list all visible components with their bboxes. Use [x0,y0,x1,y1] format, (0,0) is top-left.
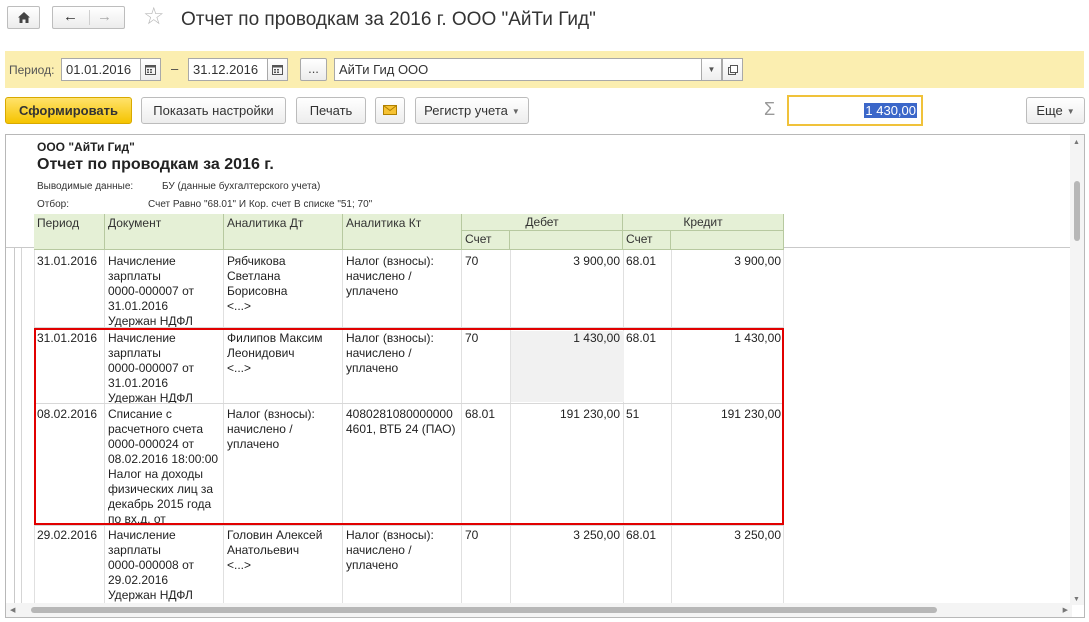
column-header-period[interactable]: Период [34,214,105,250]
column-header-analytics-kt[interactable]: Аналитика Кт [343,214,462,250]
output-data-label: Выводимые данные: [37,181,134,192]
table-row-4-credit-sum[interactable]: 3 250,00 [672,526,784,545]
table-row-4-analytics-dt[interactable]: Головин Алексей Анатольевич <...> [224,526,343,605]
chevron-down-icon: ▼ [707,65,716,74]
table-row-1-credit-account[interactable]: 68.01 [623,252,672,271]
calendar-icon [145,64,156,75]
table-row-1-period[interactable]: 31.01.2016 [34,252,105,327]
scroll-down-icon[interactable]: ▼ [1073,596,1080,603]
more-label: Еще [1036,103,1063,118]
table-row-4-analytics-kt[interactable]: Налог (взносы): начислено / уплачено [343,526,462,605]
table-row-4-period[interactable]: 29.02.2016 [34,526,105,605]
report-organization: ООО "АйТи Гид" [37,140,135,154]
table-row-1-debit-account[interactable]: 70 [462,252,511,271]
organization-field[interactable]: АйТи Гид ООО [334,58,702,81]
table-row-1-analytics-dt[interactable]: Рябчикова Светлана Борисовна <...> [224,252,343,327]
column-header-credit-sum[interactable] [671,231,784,250]
forward-icon[interactable]: → [97,8,112,25]
register-dropdown-button[interactable]: Регистр учета ▼ [415,97,529,124]
filter-line: Отбор: Счет Равно "68.01" И Кор. счет В … [37,199,372,210]
favorite-star-icon[interactable]: ☆ [143,5,165,29]
sigma-icon: Σ [764,99,776,119]
highlight-box [34,328,784,525]
organization-dropdown-button[interactable]: ▼ [701,58,722,81]
vertical-scroll-thumb[interactable] [1074,181,1080,241]
generate-button[interactable]: Сформировать [5,97,132,124]
date-from-field[interactable]: 01.01.2016 [61,58,141,81]
report-title: Отчет по проводкам за 2016 г. [37,156,274,173]
column-header-analytics-dt[interactable]: Аналитика Дт [224,214,343,250]
home-button[interactable] [7,6,40,29]
print-button[interactable]: Печать [296,97,366,124]
open-window-icon [727,64,738,75]
table-row-4-credit-account[interactable]: 68.01 [623,526,672,545]
show-settings-button[interactable]: Показать настройки [141,97,286,124]
table-row-1-document[interactable]: Начисление зарплаты 0000-000007 от 31.01… [105,252,224,327]
title-bar: ← → ☆ Отчет по проводкам за 2016 г. ООО … [0,0,1089,40]
period-label: Период: [9,63,55,77]
table-row-1-analytics-kt[interactable]: Налог (взносы): начислено / уплачено [343,252,462,327]
table-row-4-debit-sum[interactable]: 3 250,00 [511,526,623,545]
column-header-credit-account[interactable]: Счет [623,231,671,250]
column-header-debit-sum[interactable] [510,231,623,250]
envelope-icon [383,105,397,115]
more-button[interactable]: Еще ▼ [1026,97,1085,124]
chevron-down-icon: ▼ [511,107,520,116]
column-header-document[interactable]: Документ [105,214,224,250]
back-icon[interactable]: ← [63,8,78,25]
period-filter-bar: Период: 01.01.2016 – 31.12.2016 ... АйТи… [5,51,1084,88]
column-header-debit[interactable]: Дебет [462,214,623,231]
scroll-left-icon[interactable]: ◀ [10,606,15,614]
page-title: Отчет по проводкам за 2016 г. ООО "АйТи … [181,9,596,30]
table-row-1-debit-sum[interactable]: 3 900,00 [511,252,623,271]
column-header-credit[interactable]: Кредит [623,214,784,231]
selection-sum-field[interactable]: 1 430,00 [787,95,923,126]
calendar-icon [272,64,283,75]
output-data-line: Выводимые данные: БУ (данные бухгалтерск… [37,181,320,192]
report-area[interactable]: ООО "АйТи Гид" Отчет по проводкам за 201… [5,134,1085,618]
date-range-dash: – [171,61,179,76]
chevron-down-icon: ▼ [1066,107,1075,116]
selection-sum-value: 1 430,00 [864,103,917,118]
column-header-debit-account[interactable]: Счет [462,231,510,250]
table-row-1-credit-sum[interactable]: 3 900,00 [672,252,784,271]
register-label: Регистр учета [424,103,508,118]
period-select-button[interactable]: ... [300,58,327,81]
scroll-right-icon[interactable]: ▶ [1063,606,1068,614]
home-icon [17,12,30,23]
date-from-calendar-button[interactable] [140,58,161,81]
horizontal-scroll-thumb[interactable] [31,607,937,613]
table-row-4-debit-account[interactable]: 70 [462,526,511,545]
output-data-value: БУ (данные бухгалтерского учета) [162,181,321,192]
vertical-scrollbar[interactable]: ▲ ▼ [1070,135,1084,605]
navigation-group: ← → [52,6,125,29]
date-to-field[interactable]: 31.12.2016 [188,58,268,81]
filter-label: Отбор: [37,199,69,210]
table-row-4-document[interactable]: Начисление зарплаты 0000-000008 от 29.02… [105,526,224,605]
filter-value: Счет Равно "68.01" И Кор. счет В списке … [148,199,373,210]
send-email-button[interactable] [375,97,405,124]
scroll-up-icon[interactable]: ▲ [1073,139,1080,146]
horizontal-scrollbar[interactable]: ◀ ▶ [6,603,1072,617]
date-to-calendar-button[interactable] [267,58,288,81]
organization-open-button[interactable] [722,58,743,81]
